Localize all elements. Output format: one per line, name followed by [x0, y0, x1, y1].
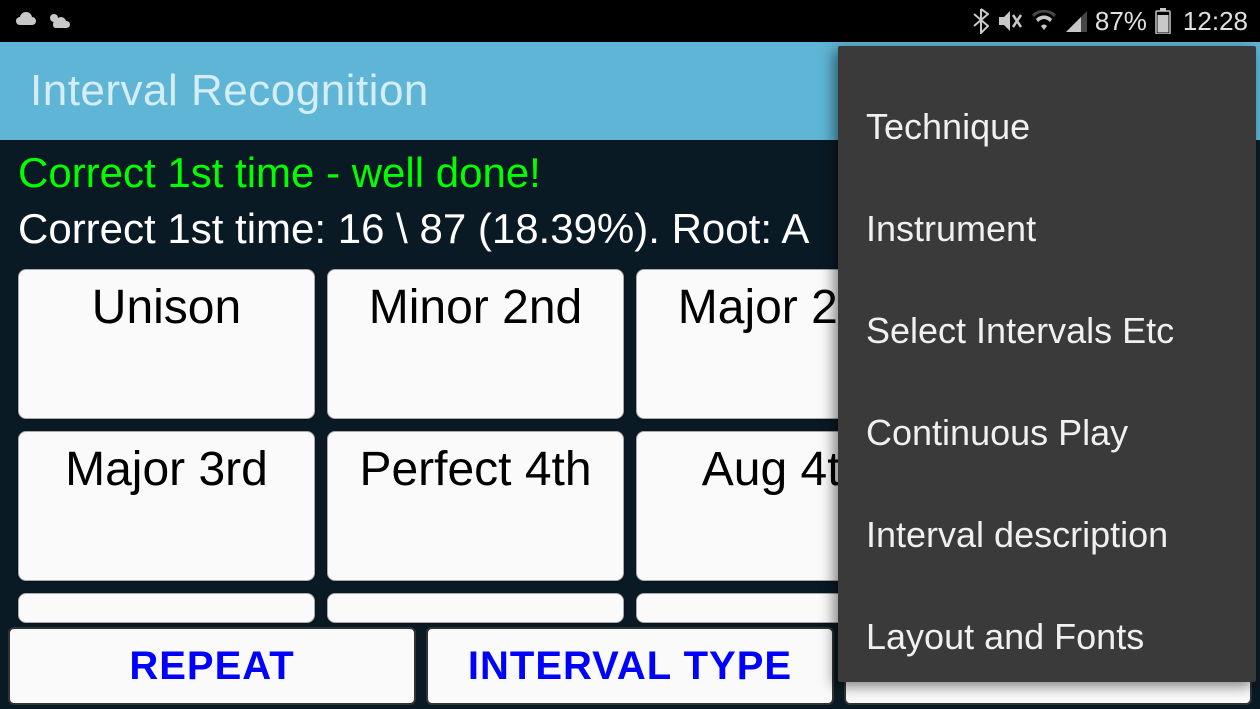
status-time: 12:28	[1183, 6, 1248, 37]
status-left-icons	[12, 10, 72, 32]
overflow-menu: Technique Instrument Select Intervals Et…	[838, 46, 1256, 682]
repeat-button[interactable]: REPEAT	[8, 627, 416, 705]
interval-button-perfect-4th[interactable]: Perfect 4th	[327, 431, 624, 581]
interval-label: Perfect 4th	[359, 444, 591, 497]
status-bar: 87% 12:28	[0, 0, 1260, 42]
interval-label: Major 3rd	[65, 444, 268, 497]
interval-button-minor-2nd[interactable]: Minor 2nd	[327, 269, 624, 419]
menu-item-instrument[interactable]: Instrument	[838, 178, 1256, 280]
partly-cloudy-icon	[46, 10, 72, 32]
menu-item-select-intervals[interactable]: Select Intervals Etc	[838, 280, 1256, 382]
menu-item-layout-fonts[interactable]: Layout and Fonts	[838, 586, 1256, 662]
menu-item-technique[interactable]: Technique	[838, 76, 1256, 178]
menu-item-label: Continuous Play	[866, 412, 1128, 453]
menu-item-label: Select Intervals Etc	[866, 310, 1174, 351]
interval-type-button[interactable]: INTERVAL TYPE	[426, 627, 834, 705]
menu-item-label: Layout and Fonts	[866, 616, 1144, 657]
status-right-icons: 87% 12:28	[973, 6, 1248, 37]
button-label: REPEAT	[129, 644, 294, 689]
battery-icon	[1155, 8, 1171, 34]
interval-label: Unison	[92, 282, 241, 335]
interval-button-unison[interactable]: Unison	[18, 269, 315, 419]
page-title: Interval Recognition	[30, 66, 429, 116]
menu-item-label: Interval description	[866, 514, 1168, 555]
wifi-icon	[1031, 10, 1057, 32]
bluetooth-icon	[973, 8, 989, 34]
interval-button-major-3rd[interactable]: Major 3rd	[18, 431, 315, 581]
signal-icon	[1065, 10, 1087, 32]
menu-item-continuous-play[interactable]: Continuous Play	[838, 382, 1256, 484]
menu-item-label: Technique	[866, 106, 1030, 147]
interval-button-partial[interactable]	[18, 593, 315, 623]
cloud-icon	[12, 11, 38, 31]
menu-item-label: Instrument	[866, 208, 1036, 249]
button-label: INTERVAL TYPE	[468, 644, 792, 689]
battery-percent: 87%	[1095, 6, 1147, 37]
interval-label: Minor 2nd	[369, 282, 582, 335]
menu-item-interval-description[interactable]: Interval description	[838, 484, 1256, 586]
mute-icon	[997, 9, 1023, 33]
interval-button-partial[interactable]	[327, 593, 624, 623]
